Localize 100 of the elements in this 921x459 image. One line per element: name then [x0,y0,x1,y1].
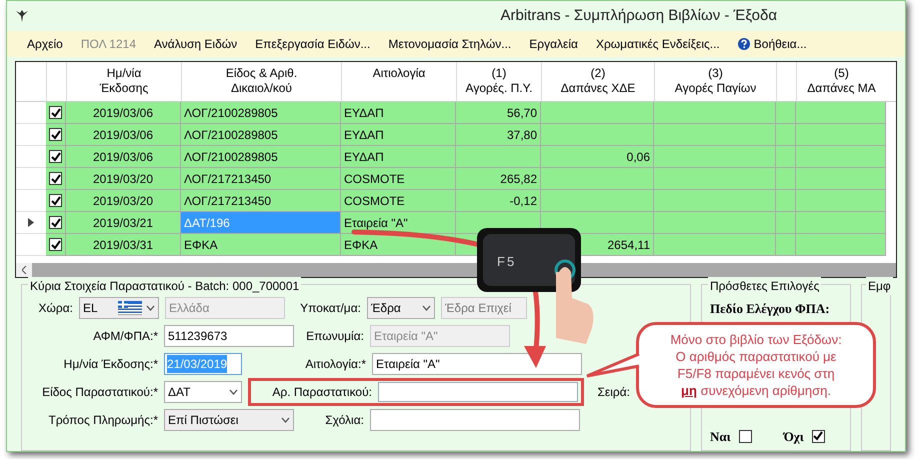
option-label: Ναι [710,428,731,446]
field-label: Τρόπος Πληρωμής:* [48,412,158,429]
table-cell [776,168,796,190]
check-icon [50,152,60,162]
field-label: Είδος Παραστατικού:* [41,384,158,401]
table-cell [776,190,796,212]
branch-select[interactable]: Έδρα [367,297,435,319]
column-header[interactable]: Αιτιολογία [341,62,456,101]
checkbox[interactable] [49,172,62,185]
scroll-left-icon [22,266,26,274]
checkbox[interactable] [49,150,62,163]
window-title: Arbitrans - Συμπλήρωση Βιβλίων - Έξοδα [500,6,777,26]
branch-name-field: Έδρα Επιχεί [441,297,527,319]
table-cell: ΕΥΔΑΠ [341,102,456,124]
menu-item[interactable]: Χρωματικές Ενδείξεις... [596,35,720,53]
vat-field[interactable]: 511239673 [164,325,294,347]
menu-item[interactable]: Επεξεργασία Ειδών... [255,35,370,53]
checkbox[interactable] [49,216,62,229]
table-cell: ΛΟΓ/2100289805 [181,124,341,146]
table-cell: ΛΟΓ/2100289805 [181,102,341,124]
panel-title: Εμφ [866,277,893,295]
column-header[interactable]: (3) Αγορές Παγίων [654,62,776,101]
bird-icon [15,9,29,23]
checkbox[interactable] [49,194,62,207]
field-label: Αιτιολογία:* [304,356,366,373]
checkbox[interactable] [812,430,825,443]
column-header[interactable]: (1) Αγορές. Π.Υ. [456,62,541,101]
callout-text: Μόνο στο βιβλίο των Εξόδων: Ο αριθμός παραστατικού με F5/F8 παραμένει κενός στη μη συνεχόμενη αρίθμηση. [670,331,842,399]
panel-title: Κύρια Στοιχεία Παραστατικού - Batch: 000_700001 [28,277,302,295]
caret-icon [281,417,290,423]
current-row-icon [28,218,34,227]
table-cell: ΛΟΓ/217213450 [181,168,341,190]
field-label: Υποκατ/μα: [299,300,361,317]
field-label: Χώρα: [38,300,73,317]
menu-item[interactable]: Βοήθεια... [738,35,807,53]
checkbox[interactable] [49,128,62,141]
table-cell: 265,82 [456,168,541,190]
menu-item[interactable]: Ανάλυση Ειδών [154,35,238,53]
column-header[interactable]: Ημ/νία Έκδοσης [66,62,181,101]
table-cell: ΕΥΔΑΠ [341,124,456,146]
table-cell [776,124,796,146]
check-icon [50,218,60,228]
table-cell: ΛΟΓ/2100289805 [181,146,341,168]
table-cell [776,212,796,234]
panel-title: Πρόσθετες Επιλογές [708,277,822,295]
comments-field[interactable] [370,409,580,431]
help-icon [738,38,750,50]
column-header[interactable]: (2) Δαπάνες ΧΔΕ [541,62,654,101]
checkbox[interactable] [738,430,752,443]
table-cell: 37,80 [456,124,541,146]
table-cell [776,146,796,168]
field-label: Σχόλια: [324,412,364,429]
table-cell: ΔΑΤ/196 [181,212,341,234]
check-icon [50,108,60,118]
table-cell: 2019/03/21 [66,212,181,234]
menu-item[interactable]: Αρχείο [27,35,63,53]
table-cell: 2019/03/06 [66,146,181,168]
table-cell: 2019/03/31 [66,234,181,256]
table-cell: -0,12 [456,190,541,212]
reason-field[interactable]: Εταιρεία "Α" [372,353,582,375]
column-header[interactable]: (5) Δαπάνες ΜΑ [796,62,886,101]
check-icon [50,174,60,184]
check-icon [50,196,60,206]
table-cell: ΕΥΔΑΠ [341,146,456,168]
field-label: Ημ/νία Έκδοσης:* [62,356,158,373]
check-icon [813,431,824,442]
flag-icon [118,301,142,315]
field-label: Επωνυμία: [305,328,364,345]
country-select[interactable]: EL [79,297,159,319]
table-cell: Εταιρεία "Α" [341,212,456,234]
field-label: ΑΦΜ/ΦΠΑ:* [92,328,158,345]
table-cell: 56,70 [456,102,541,124]
menu-item[interactable]: Εργαλεία [529,35,578,53]
check-icon [50,240,60,250]
caret-icon [422,305,431,311]
key-label: F5 [497,253,516,271]
field-label: Πεδίο Ελέγχου ΦΠΑ: [710,300,831,318]
table-cell: 2019/03/06 [66,102,181,124]
menu-item[interactable]: Μετονομασία Στηλών... [388,35,512,53]
table-cell: 2019/03/20 [66,190,181,212]
caret-icon [146,305,155,311]
doc-number-field[interactable] [378,382,578,402]
table-cell [776,234,796,256]
table-cell: 2019/03/06 [66,124,181,146]
doc-type-select[interactable]: ΔΑΤ [164,381,242,403]
table-cell: COSMOTE [341,168,456,190]
option-label: Όχι [784,428,804,446]
table-cell: COSMOTE [341,190,456,212]
checkbox[interactable] [49,106,62,119]
table-cell: 0,06 [541,146,654,168]
table-cell: ΕΦΚΑ [181,234,341,256]
column-header[interactable]: Είδος & Αριθ. Δικαιολ/κού [181,62,341,101]
field-label: Σειρά: [596,384,630,401]
field-label: Αρ. Παραστατικού: [271,384,372,401]
country-name-field: Ελλάδα [165,297,285,319]
check-icon [50,130,60,140]
company-name-field: Εταιρεία "Α" [370,325,510,347]
payment-select[interactable]: Επί Πιστώσει [164,409,294,431]
table-cell: 2019/03/20 [66,168,181,190]
checkbox[interactable] [49,238,62,251]
